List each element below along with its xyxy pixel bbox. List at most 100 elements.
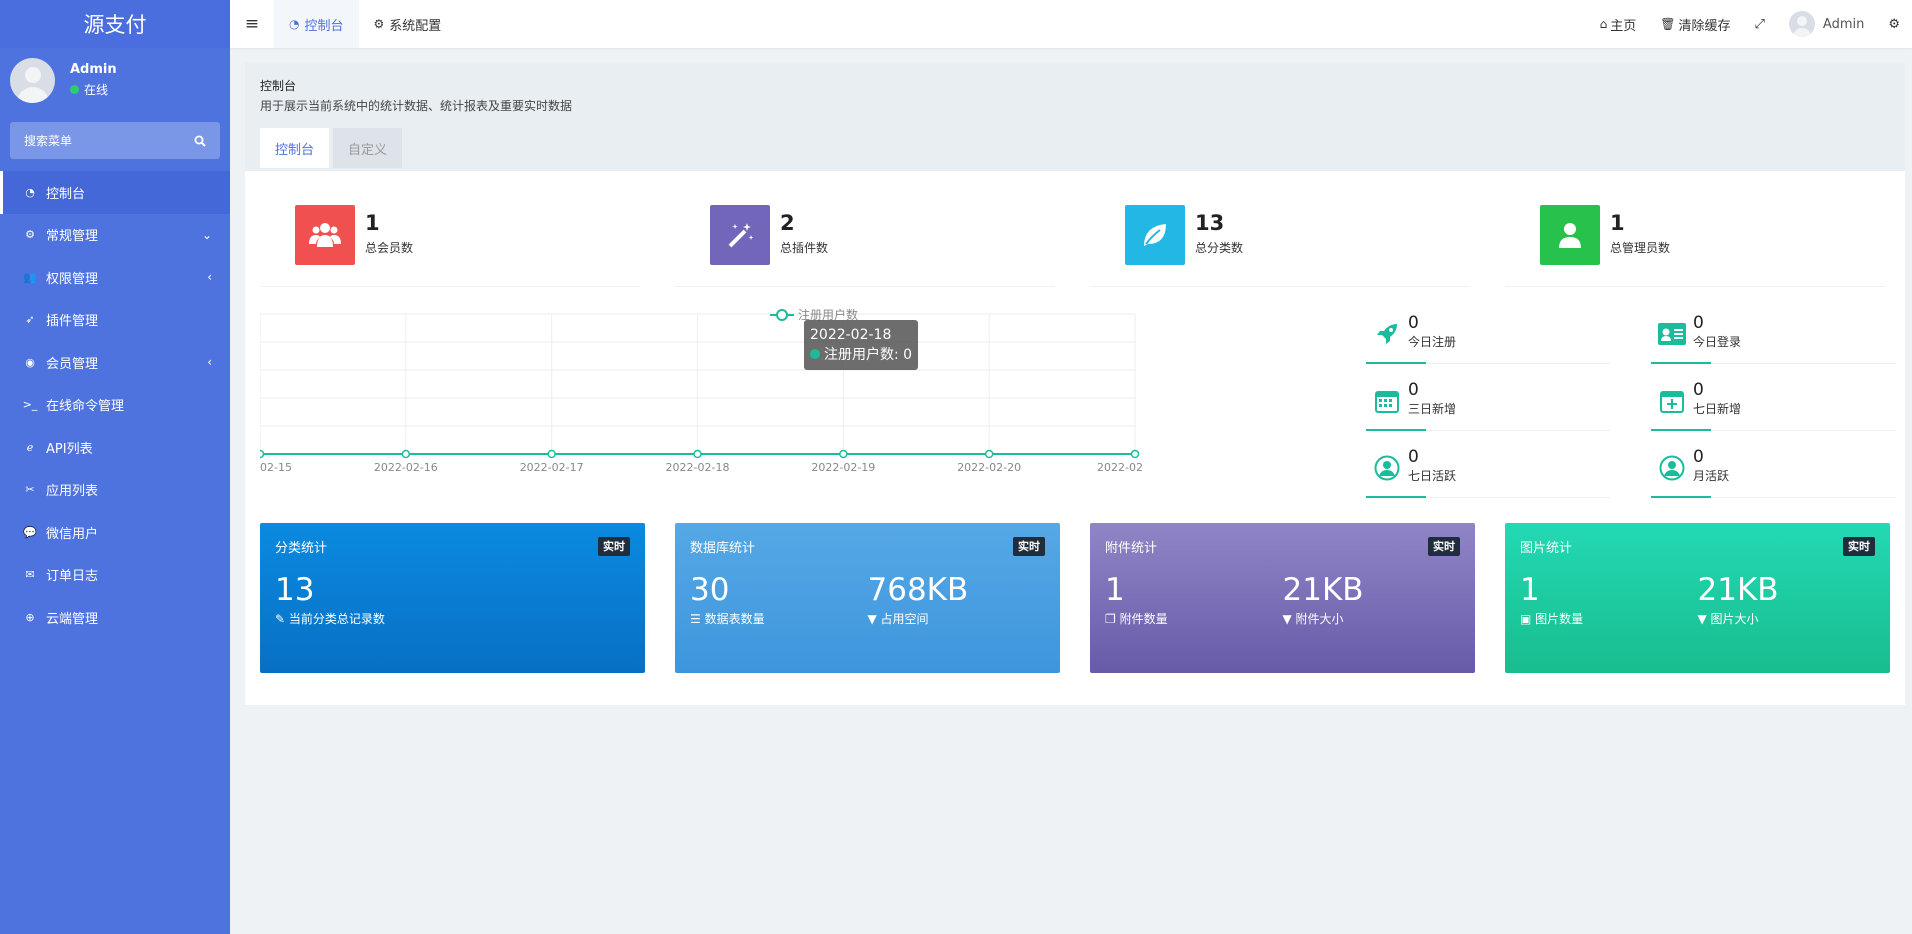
sidebar-item-general[interactable]: ⚙ 常规管理 ⌄ (0, 214, 230, 257)
card-label: ✎ 当前分类总记录数 (275, 612, 385, 626)
x-tick-label: 2022-02-16 (374, 461, 438, 474)
tooltip-value: 注册用户数: 0 (810, 345, 912, 365)
stat-label: 总插件数 (780, 241, 829, 255)
user-circle-icon (1651, 447, 1693, 489)
stat-total-members: 1 总会员数 (260, 205, 640, 287)
stat-value: 13 (1195, 211, 1225, 235)
data-point (984, 449, 994, 459)
sidebar-item-label: 应用列表 (46, 484, 99, 500)
sidebar-item-auth[interactable]: 👥 权限管理 ‹ (0, 256, 230, 299)
menu-toggle-icon[interactable]: ≡ (230, 0, 274, 48)
clear-cache-button[interactable]: 🗑 清除缓存 (1648, 15, 1742, 34)
card-title: 分类统计 (275, 541, 328, 556)
card-category-stats: 分类统计 实时 13 ✎ 当前分类总记录数 (260, 523, 645, 673)
user-name: Admin (70, 62, 117, 77)
sidebar: 源支付 Admin 在线 ◔ 控制台 ⚙ 常规管理 ⌄ 👥 权限管理 ‹ ➶ 插件管理 ◉ 会… (0, 0, 230, 934)
filter-icon: ▼ (867, 612, 881, 626)
image-icon: ▣ (1520, 612, 1536, 626)
mini-label: 今日登录 (1693, 335, 1742, 349)
clear-cache-label: 清除缓存 (1678, 18, 1731, 34)
gear-icon: ⚙ (373, 17, 385, 31)
mini-seven-day-new: 0 七日新增 (1651, 376, 1896, 431)
sidebar-item-addon[interactable]: ➶ 插件管理 (0, 299, 230, 342)
realtime-badge: 实时 (1428, 537, 1460, 556)
stat-value: 2 (780, 211, 795, 235)
card-title: 附件统计 (1105, 541, 1158, 556)
files-icon: ❐ (1105, 612, 1120, 626)
expand-icon: ⤢ (1754, 16, 1765, 32)
x-tick-label: 2022-02-20 (957, 461, 1021, 474)
user-circle-icon: ◉ (25, 355, 35, 369)
envelope-icon: ✉ (25, 568, 35, 582)
card-database-stats: 数据库统计 实时 30 ☰ 数据表数量 768KB ▼ 占用空间 (675, 523, 1060, 673)
stat-label: 总管理员数 (1610, 241, 1671, 255)
stat-label: 总会员数 (365, 241, 414, 255)
id-card-icon (1651, 313, 1693, 355)
sidebar-item-dashboard[interactable]: ◔ 控制台 (0, 171, 230, 214)
wechat-icon: 💬 (23, 525, 37, 539)
mini-label: 七日活跃 (1408, 469, 1457, 483)
search-input[interactable] (24, 133, 184, 148)
sidebar-item-wechat[interactable]: 💬 微信用户 (0, 511, 230, 554)
sidebar-item-label: 在线命令管理 (46, 399, 125, 415)
card-label: ▣ 图片数量 (1520, 612, 1584, 626)
home-icon: ⌂ (1599, 17, 1608, 31)
sidebar-item-apps[interactable]: ✂ 应用列表 (0, 469, 230, 512)
search-icon[interactable] (194, 135, 206, 147)
sidebar-item-label: 微信用户 (46, 526, 99, 542)
cogs-icon: ⚙ (1888, 16, 1900, 32)
tab-dashboard-view[interactable]: 控制台 (260, 128, 330, 168)
settings-button[interactable]: ⚙ (1876, 17, 1912, 32)
card-label: ▼ 附件大小 (1282, 612, 1344, 626)
user-circle-icon (1366, 447, 1408, 489)
mini-value: 0 (1693, 380, 1704, 400)
admin-name: Admin (1822, 16, 1865, 32)
app-icon: ✂ (25, 483, 35, 497)
app-logo[interactable]: 源支付 (0, 0, 230, 48)
top-navbar: ≡ ◔ 控制台 ⚙ 系统配置 ⌂ 主页 🗑 清除缓存 ⤢ Admin ⚙ (230, 0, 1912, 48)
panel-header: 控制台 用于展示当前系统中的统计数据、统计报表及重要实时数据 控制台 自定义 (245, 63, 1905, 171)
cloud-icon: ⊕ (25, 610, 35, 624)
chevron-left-icon: ‹ (207, 270, 212, 285)
mini-value: 0 (1693, 447, 1704, 467)
sidebar-item-orders[interactable]: ✉ 订单日志 (0, 554, 230, 597)
sidebar-item-cloud[interactable]: ⊕ 云端管理 (0, 596, 230, 639)
tab-custom-view[interactable]: 自定义 (333, 128, 403, 168)
sidebar-item-command[interactable]: >_ 在线命令管理 (0, 384, 230, 427)
mini-value: 0 (1693, 313, 1704, 333)
chart-canvas[interactable]: 02-15 2022-02-16 2022-02-17 2022-02-18 2022-… (255, 306, 1340, 481)
sidebar-item-user[interactable]: ◉ 会员管理 ‹ (0, 341, 230, 384)
user-panel: Admin 在线 (0, 48, 230, 112)
card-label: ❐ 附件数量 (1105, 612, 1168, 626)
stat-label: 总分类数 (1195, 241, 1244, 255)
card-label: ▼ 占用空间 (867, 612, 929, 626)
sidebar-item-api[interactable]: ℯ API列表 (0, 426, 230, 469)
dashboard-icon: ◔ (289, 17, 300, 31)
home-link[interactable]: ⌂ 主页 (1588, 15, 1649, 34)
mini-today-login: 0 今日登录 (1651, 309, 1896, 364)
stat-total-addons: 2 总插件数 (675, 205, 1055, 287)
tab-dashboard[interactable]: ◔ 控制台 (274, 0, 359, 48)
dashboard-panel: 控制台 用于展示当前系统中的统计数据、统计报表及重要实时数据 控制台 自定义 1… (245, 63, 1905, 705)
sidebar-menu: ◔ 控制台 ⚙ 常规管理 ⌄ 👥 权限管理 ‹ ➶ 插件管理 ◉ 会员管理 ‹ >_ 在线命令管理… (0, 171, 230, 639)
rocket-icon: ➶ (25, 313, 35, 327)
stat-value: 1 (365, 211, 380, 235)
cogs-icon: ⚙ (25, 228, 35, 242)
tab-label: 系统配置 (389, 18, 442, 34)
calendar-icon (1366, 380, 1408, 422)
user-avatar (10, 57, 55, 103)
data-point (255, 449, 265, 459)
tab-label: 控制台 (304, 18, 344, 34)
group-icon: 👥 (23, 270, 37, 284)
card-title: 图片统计 (1520, 541, 1573, 556)
filter-icon: ▼ (1282, 612, 1296, 626)
user-status: 在线 (70, 81, 117, 98)
x-tick-label: 2022-02-19 (811, 461, 875, 474)
tab-system-config[interactable]: ⚙ 系统配置 (359, 0, 457, 48)
fullscreen-button[interactable]: ⤢ (1743, 17, 1777, 32)
card-label: ☰ 数据表数量 (690, 612, 765, 626)
data-point (401, 449, 411, 459)
mini-seven-day-active: 0 七日活跃 (1366, 443, 1611, 498)
chevron-left-icon: ‹ (207, 355, 212, 370)
admin-menu[interactable]: Admin (1777, 11, 1876, 37)
